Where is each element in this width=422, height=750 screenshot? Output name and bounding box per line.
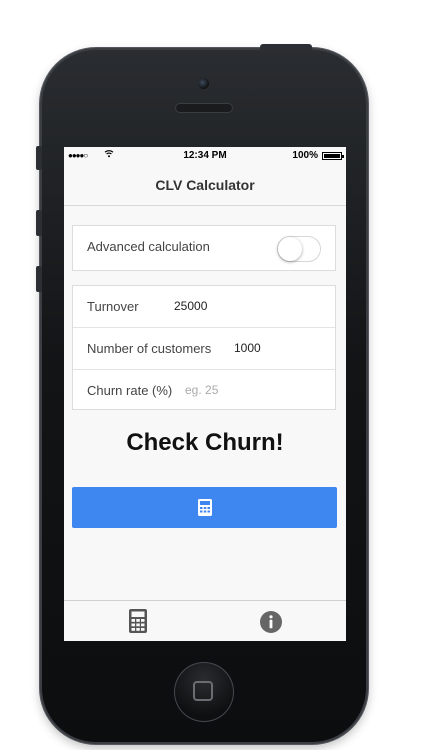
turnover-input[interactable]: 25000 <box>174 299 207 313</box>
turnover-row[interactable]: Turnover 25000 <box>73 286 335 327</box>
calculator-icon <box>129 609 147 633</box>
churn-rate-input[interactable]: eg. 25 <box>185 383 218 397</box>
advanced-calculation-card: Advanced calculation <box>72 225 336 271</box>
churn-rate-label: Churn rate (%) <box>87 383 173 398</box>
battery-percent: 100% <box>292 150 318 161</box>
turnover-label: Turnover <box>87 299 139 314</box>
front-camera <box>198 78 209 89</box>
home-square-icon <box>193 681 213 701</box>
customers-row[interactable]: Number of customers 1000 <box>73 327 335 369</box>
volume-up-button <box>36 210 42 236</box>
volume-down-button <box>36 266 42 292</box>
page-title: CLV Calculator <box>155 177 255 193</box>
customers-input[interactable]: 1000 <box>234 341 261 355</box>
churn-rate-row[interactable]: Churn rate (%) eg. 25 <box>73 369 335 411</box>
app-screen: ●●●●○ 12:34 PM 100% CLV Calculator Advan… <box>64 147 346 641</box>
customers-label: Number of customers <box>87 341 212 356</box>
mute-switch <box>36 146 42 170</box>
tab-bar <box>64 600 346 641</box>
info-icon <box>260 611 282 633</box>
power-button <box>260 44 312 52</box>
toggle-knob <box>278 237 302 261</box>
battery-icon <box>322 152 344 160</box>
status-bar: ●●●●○ 12:34 PM 100% <box>64 147 346 165</box>
check-churn-heading: Check Churn! <box>126 429 284 456</box>
calculate-button[interactable] <box>72 487 337 528</box>
advanced-calculation-label: Advanced calculation <box>87 239 210 254</box>
tab-info[interactable] <box>205 601 346 641</box>
navigation-bar: CLV Calculator <box>64 165 346 206</box>
input-form-card: Turnover 25000 Number of customers 1000 … <box>72 285 336 410</box>
calculator-icon <box>198 499 212 516</box>
tab-calculator[interactable] <box>64 601 205 641</box>
advanced-calculation-toggle[interactable] <box>277 236 321 262</box>
earpiece-speaker <box>175 103 233 113</box>
